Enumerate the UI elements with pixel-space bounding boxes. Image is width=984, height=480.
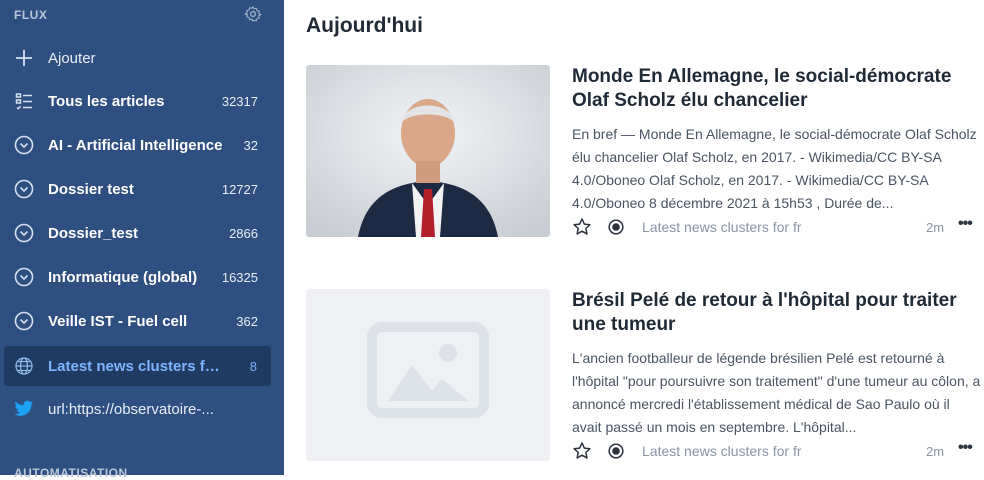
chevron-circle-icon [14, 223, 34, 243]
article-thumbnail[interactable] [306, 289, 550, 461]
sidebar-item-label: Tous les articles [48, 92, 165, 110]
sidebar-item-label: Informatique (global) [48, 268, 198, 286]
article-list: Aujourd'hui Monde En Allemagne, le socia… [284, 0, 984, 475]
sidebar-item-latest-news[interactable]: Latest news clusters for... 8 [4, 346, 271, 386]
sidebar-item-label: Dossier_test [48, 224, 139, 242]
more-options-icon[interactable]: ••• [958, 215, 973, 233]
plus-icon [14, 48, 34, 68]
chevron-circle-icon [14, 267, 34, 287]
sidebar-item-twitter-url[interactable]: url:https://observatoire-... [0, 389, 284, 429]
sidebar-item-count: 362 [236, 313, 258, 329]
article-source[interactable]: Latest news clusters for fr [642, 219, 802, 235]
chevron-circle-icon [14, 179, 34, 199]
image-placeholder-icon [367, 322, 489, 418]
sidebar-item-count: 8 [249, 358, 257, 374]
sidebar-item-count: 12727 [221, 181, 258, 197]
article-age: 2m [926, 444, 945, 459]
article-thumbnail[interactable] [306, 65, 550, 237]
sidebar: FLUX Ajouter Tous les articles 32317 AI … [0, 0, 284, 480]
article-title[interactable]: Brésil Pelé de retour à l'hôpital pour t… [572, 289, 962, 337]
list-icon [14, 91, 34, 111]
article-excerpt: L'ancien footballeur de légende brésilie… [572, 350, 981, 435]
sidebar-item-veille-ist[interactable]: Veille IST - Fuel cell 362 [0, 301, 284, 341]
article-title[interactable]: Monde En Allemagne, le social-démocrate … [572, 65, 962, 113]
mark-read-icon[interactable] [608, 443, 624, 459]
sidebar-item-all-articles[interactable]: Tous les articles 32317 [0, 81, 284, 121]
sidebar-item-count: 2866 [229, 225, 258, 241]
article-age: 2m [926, 220, 945, 235]
more-options-icon[interactable]: ••• [958, 439, 973, 457]
chevron-circle-icon [14, 311, 34, 331]
sidebar-section-automatisation: AUTOMATISATION [14, 466, 128, 480]
add-feed-button[interactable]: Ajouter [0, 38, 284, 78]
globe-icon [14, 356, 34, 376]
twitter-icon [14, 399, 34, 419]
sidebar-item-ai[interactable]: AI - Artificial Intelligence 32 [0, 125, 284, 165]
sidebar-item-label: url:https://observatoire-... [48, 400, 214, 418]
gear-icon[interactable] [244, 5, 262, 23]
star-icon[interactable] [572, 217, 592, 237]
chevron-circle-icon [14, 135, 34, 155]
sidebar-item-label: Latest news clusters for... [48, 357, 228, 375]
sidebar-item-label: Dossier test [48, 180, 134, 198]
sidebar-item-label: Veille IST - Fuel cell [48, 312, 188, 330]
sidebar-item-dossier-test-underscore[interactable]: Dossier_test 2866 [0, 213, 284, 253]
portrait-image [306, 65, 550, 237]
add-feed-label: Ajouter [48, 49, 96, 67]
article-source[interactable]: Latest news clusters for fr [642, 443, 802, 459]
star-icon[interactable] [572, 441, 592, 461]
sidebar-header: FLUX [14, 8, 48, 22]
sidebar-item-count: 16325 [221, 269, 258, 285]
article-actions: Latest news clusters for fr 2m ••• [572, 215, 982, 239]
article-actions: Latest news clusters for fr 2m ••• [572, 439, 982, 463]
sidebar-item-count: 32 [243, 137, 258, 153]
mark-read-icon[interactable] [608, 219, 624, 235]
sidebar-item-informatique[interactable]: Informatique (global) 16325 [0, 257, 284, 297]
sidebar-item-count: 32317 [221, 93, 258, 109]
article-excerpt: En bref — Monde En Allemagne, le social-… [572, 126, 977, 211]
sidebar-item-label: AI - Artificial Intelligence [48, 136, 223, 154]
page-title: Aujourd'hui [306, 14, 423, 37]
sidebar-item-dossier-test[interactable]: Dossier test 12727 [0, 169, 284, 209]
